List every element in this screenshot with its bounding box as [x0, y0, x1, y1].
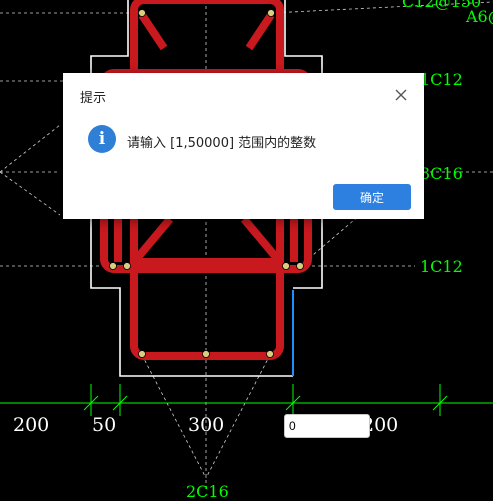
rebar-label-bottom: 1C12 — [420, 257, 463, 276]
stirrup-label: A6@ — [466, 7, 493, 26]
ok-button[interactable]: 确定 — [333, 184, 411, 210]
bottom-rebar-label: 2C16 — [186, 482, 229, 501]
info-icon: i — [88, 125, 116, 153]
prompt-dialog: 提示 i 请输入 [1,50000] 范围内的整数 确定 — [63, 73, 424, 219]
dimension-text: 300 — [188, 414, 225, 436]
dimension-value-input[interactable] — [284, 414, 370, 438]
dialog-message: 请输入 [1,50000] 范围内的整数 — [127, 136, 317, 151]
dimension-text: 50 — [92, 414, 117, 436]
close-icon[interactable] — [391, 85, 411, 105]
rebar-label-top: 1C12 — [420, 70, 463, 89]
dialog-title: 提示 — [80, 91, 107, 106]
rebar-label-middle: 3C16 — [420, 164, 463, 183]
dimension-text: 200 — [13, 414, 50, 436]
